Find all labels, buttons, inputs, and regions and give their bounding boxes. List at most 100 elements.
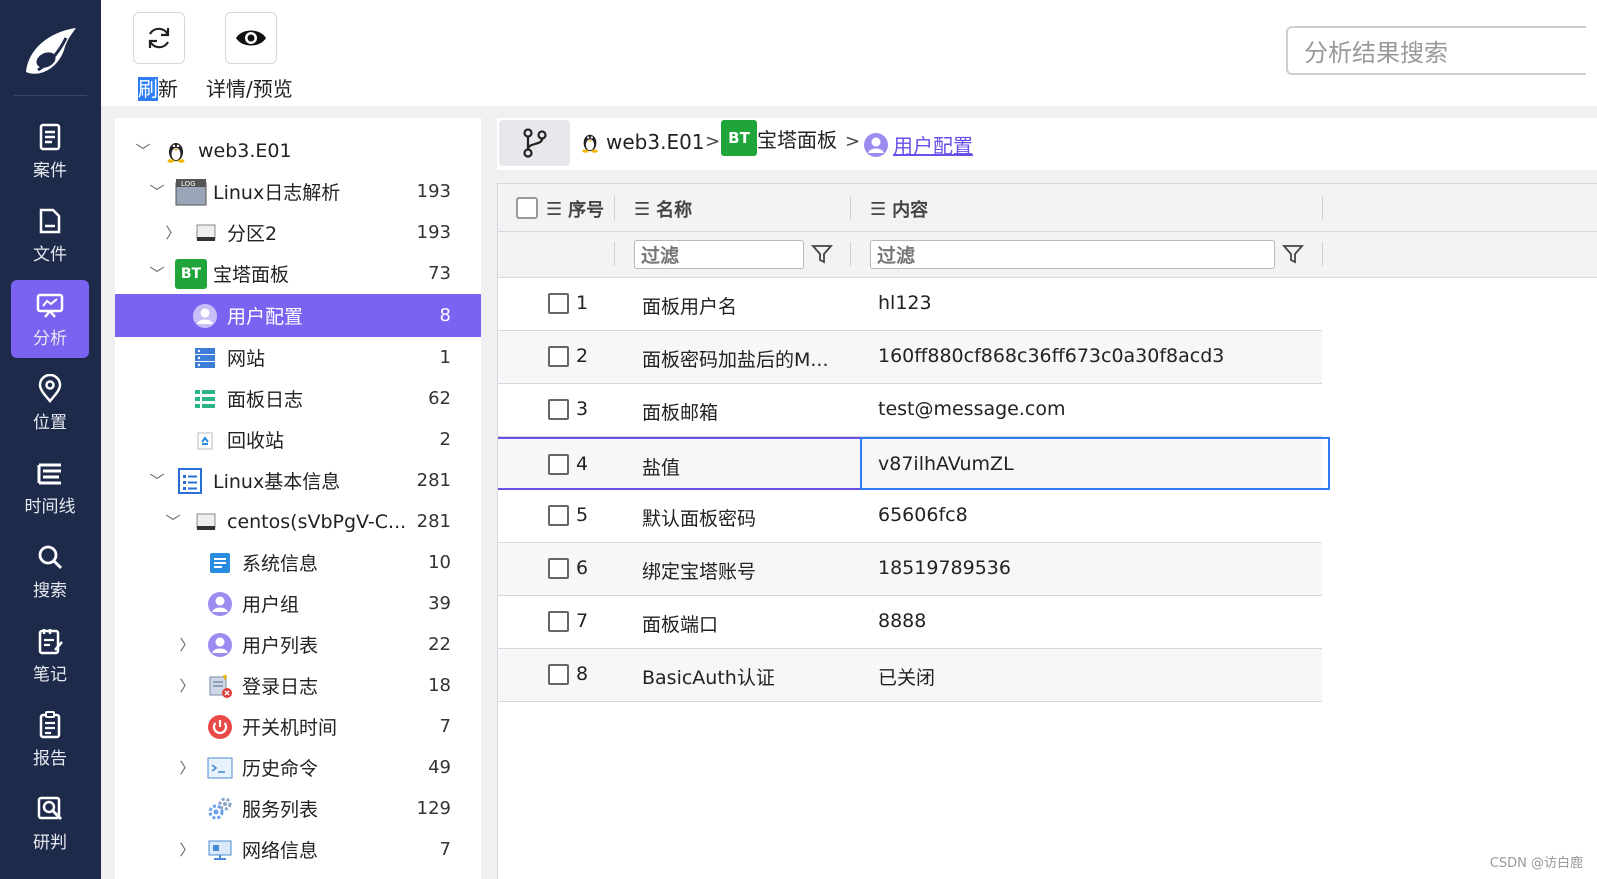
tree-item-panel-log[interactable]: 面板日志 62	[115, 378, 481, 419]
row-name[interactable]: 面板端口	[642, 610, 718, 637]
nav-item-judge[interactable]: 研判	[11, 784, 89, 862]
chevron-right-icon[interactable]: 〉	[165, 224, 181, 242]
file-icon	[39, 208, 61, 233]
table-row[interactable]: 7 面板端口 8888	[498, 596, 1322, 649]
row-name[interactable]: 面板用户名	[642, 292, 737, 319]
row-content[interactable]: test@message.com	[878, 398, 1066, 420]
breadcrumb-item-user-config[interactable]: 用户配置	[863, 130, 973, 159]
row-checkbox[interactable]	[548, 399, 569, 420]
row-name[interactable]: 面板密码加盐后的M...	[642, 345, 829, 372]
row-checkbox[interactable]	[548, 664, 569, 685]
chevron-right-icon[interactable]: 〉	[179, 677, 195, 695]
column-separator[interactable]	[1322, 196, 1323, 220]
row-name[interactable]: BasicAuth认证	[642, 663, 775, 690]
row-content[interactable]: 18519789536	[878, 557, 1011, 579]
row-content[interactable]: 已关闭	[878, 663, 935, 690]
log-icon: LOG	[175, 178, 207, 205]
tree-item-web3[interactable]: ﹀ web3.E01	[115, 130, 481, 171]
branch-button[interactable]	[499, 120, 570, 166]
breadcrumb-item-web3[interactable]: web3.E01	[580, 130, 705, 154]
nav-item-analysis[interactable]: 分析	[11, 280, 89, 358]
row-checkbox[interactable]	[548, 454, 569, 475]
tree-item-user-group[interactable]: 用户组 39	[115, 583, 481, 624]
table-row[interactable]: 1 面板用户名 hl123	[498, 278, 1322, 331]
row-content[interactable]: 8888	[878, 610, 926, 632]
nav-item-note[interactable]: 笔记	[11, 616, 89, 694]
chevron-down-icon[interactable]: ﹀	[135, 142, 151, 160]
table-row[interactable]: 2 面板密码加盐后的M... 160ff880cf868c36ff673c0a3…	[498, 331, 1322, 384]
row-checkbox[interactable]	[548, 346, 569, 367]
tree-item-linux-log[interactable]: ﹀ LOG Linux日志解析 193	[115, 171, 481, 212]
filter-icon[interactable]	[1281, 242, 1305, 266]
table-row[interactable]: 5 默认面板密码 65606fc8	[498, 490, 1322, 543]
row-content[interactable]: hl123	[878, 292, 932, 314]
refresh-button[interactable]	[133, 12, 185, 64]
name-filter-input[interactable]: 过滤	[634, 240, 804, 269]
chevron-down-icon[interactable]: ﹀	[165, 513, 181, 531]
tree-item-label: centos(sVbPgV-C...	[227, 510, 407, 533]
nav-item-case[interactable]: 案件	[11, 112, 89, 190]
tree-item-power-time[interactable]: 开关机时间 7	[115, 706, 481, 747]
nav-item-search[interactable]: 搜索	[11, 532, 89, 610]
content-filter-input[interactable]: 过滤	[870, 240, 1275, 269]
chevron-right-icon[interactable]: 〉	[179, 636, 195, 654]
tree-item-service-list[interactable]: 服务列表 129	[115, 788, 481, 829]
preview-button[interactable]	[225, 12, 277, 64]
tree-item-history-cmd[interactable]: 〉 历史命令 49	[115, 747, 481, 788]
tree-item-user-config[interactable]: 用户配置 8	[115, 294, 481, 337]
tree-item-count: 193	[416, 222, 451, 243]
table-header: ☰ 序号 ☰ 名称 ☰ 内容	[498, 184, 1597, 232]
row-content[interactable]: 65606fc8	[878, 504, 968, 526]
nav-item-report[interactable]: 报告	[11, 700, 89, 778]
nav-item-file[interactable]: 文件	[11, 196, 89, 274]
chevron-right-icon[interactable]: 〉	[179, 759, 195, 777]
tree-item-recycle-bin[interactable]: 回收站 2	[115, 419, 481, 460]
tree-item-system-info[interactable]: 系统信息 10	[115, 542, 481, 583]
row-name[interactable]: 绑定宝塔账号	[642, 557, 756, 584]
row-checkbox[interactable]	[548, 558, 569, 579]
breadcrumb-item-bt-panel[interactable]: BT 宝塔面板	[721, 120, 837, 156]
row-content[interactable]: 160ff880cf868c36ff673c0a30f8acd3	[878, 345, 1224, 367]
table-row[interactable]: 3 面板邮箱 test@message.com	[498, 384, 1322, 437]
tree-item-partition2[interactable]: 〉 分区2 193	[115, 212, 481, 253]
nav-item-timeline[interactable]: 时间线	[11, 448, 89, 526]
chevron-down-icon[interactable]: ﹀	[149, 265, 165, 283]
tree-item-centos[interactable]: ﹀ centos(sVbPgV-C... 281	[115, 501, 481, 542]
row-name[interactable]: 盐值	[642, 453, 680, 480]
chevron-down-icon[interactable]: ﹀	[149, 183, 165, 201]
search-input[interactable]: 分析结果搜索	[1286, 26, 1586, 75]
row-checkbox[interactable]	[548, 293, 569, 314]
column-separator[interactable]	[614, 196, 615, 220]
tree-item-website[interactable]: 网站 1	[115, 337, 481, 378]
breadcrumb-separator: >	[845, 131, 861, 152]
chevron-right-icon[interactable]: 〉	[179, 841, 195, 859]
table-row-focused[interactable]: 4 盐值 v87ilhAVumZL	[498, 437, 1330, 490]
tree-item-bt-panel[interactable]: ﹀ BT 宝塔面板 73	[115, 253, 481, 294]
select-all-checkbox[interactable]	[516, 197, 538, 219]
row-index: 6	[576, 557, 589, 579]
refresh-icon	[148, 27, 170, 49]
document-list-icon	[177, 467, 203, 494]
column-header-index[interactable]: ☰ 序号	[546, 196, 604, 222]
row-name[interactable]: 面板邮箱	[642, 398, 718, 425]
table-row[interactable]: 6 绑定宝塔账号 18519789536	[498, 543, 1322, 596]
tree-item-count: 62	[428, 388, 451, 409]
terminal-icon	[207, 755, 233, 781]
row-name[interactable]: 默认面板密码	[642, 504, 756, 531]
filter-icon[interactable]	[810, 242, 834, 266]
table-row[interactable]: 8 BasicAuth认证 已关闭	[498, 649, 1322, 702]
tree-item-linux-basic[interactable]: ﹀ Linux基本信息 281	[115, 460, 481, 501]
tree-item-user-list[interactable]: 〉 用户列表 22	[115, 624, 481, 665]
row-checkbox[interactable]	[548, 505, 569, 526]
column-separator[interactable]	[850, 196, 851, 220]
column-header-name[interactable]: ☰ 名称	[634, 196, 692, 222]
column-header-content[interactable]: ☰ 内容	[870, 196, 928, 222]
row-content[interactable]: v87ilhAVumZL	[878, 453, 1014, 475]
chevron-down-icon[interactable]: ﹀	[149, 472, 165, 490]
tree-item-network-info[interactable]: 〉 网络信息 7	[115, 829, 481, 870]
row-checkbox[interactable]	[548, 611, 569, 632]
network-icon	[207, 837, 233, 863]
nav-item-location[interactable]: 位置	[11, 364, 89, 442]
tree-item-login-log[interactable]: 〉 登录日志 18	[115, 665, 481, 706]
tree-item-label: 登录日志	[242, 676, 319, 698]
